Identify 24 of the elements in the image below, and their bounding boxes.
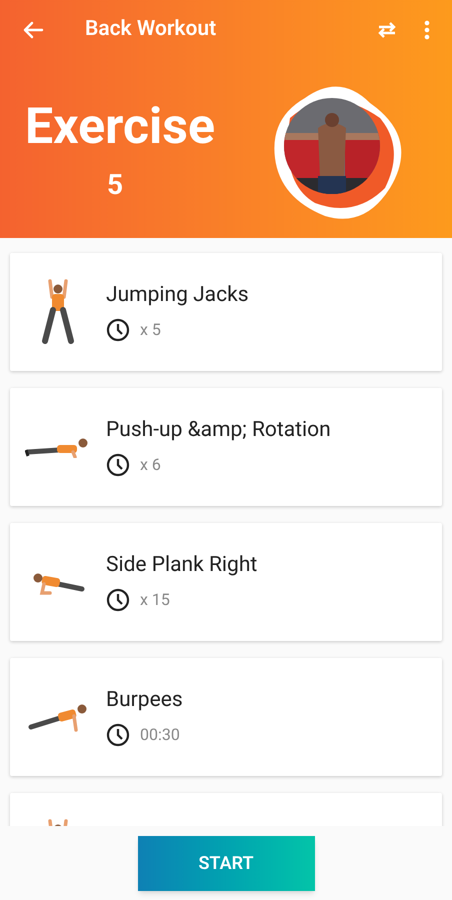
exercise-count: 5 — [106, 167, 124, 203]
exercise-name: Push-up &amp; Rotation — [106, 416, 331, 444]
exercise-card[interactable]: Side Plank Right x 15 — [10, 523, 442, 641]
exercise-amount: x 5 — [140, 319, 161, 342]
exercise-amount: x 6 — [140, 454, 161, 476]
swap-icon[interactable] — [376, 21, 398, 39]
more-icon[interactable] — [424, 20, 430, 40]
exercise-card[interactable]: Push-up &amp; Rotation x 6 — [10, 388, 442, 506]
exercise-name: Jumping Jacks — [106, 282, 249, 308]
clock-icon — [106, 723, 130, 748]
exercise-card[interactable]: Jumping Jacks x 5 — [10, 253, 442, 371]
clock-icon — [106, 588, 130, 612]
header-title: Exercise — [25, 102, 215, 152]
back-icon[interactable] — [22, 21, 44, 39]
exercise-name: Burpees — [106, 686, 183, 714]
clock-icon — [106, 318, 130, 342]
exercise-figure-icon — [28, 702, 88, 732]
exercise-figure-icon — [41, 279, 75, 345]
clock-icon — [106, 453, 130, 478]
exercise-amount: 00:30 — [140, 724, 180, 746]
exercise-card[interactable]: Burpees 00:30 — [10, 658, 442, 776]
exercise-amount: x 15 — [140, 589, 170, 612]
screen-title: Back Workout — [85, 16, 216, 44]
exercise-name: Side Plank Right — [106, 552, 258, 578]
